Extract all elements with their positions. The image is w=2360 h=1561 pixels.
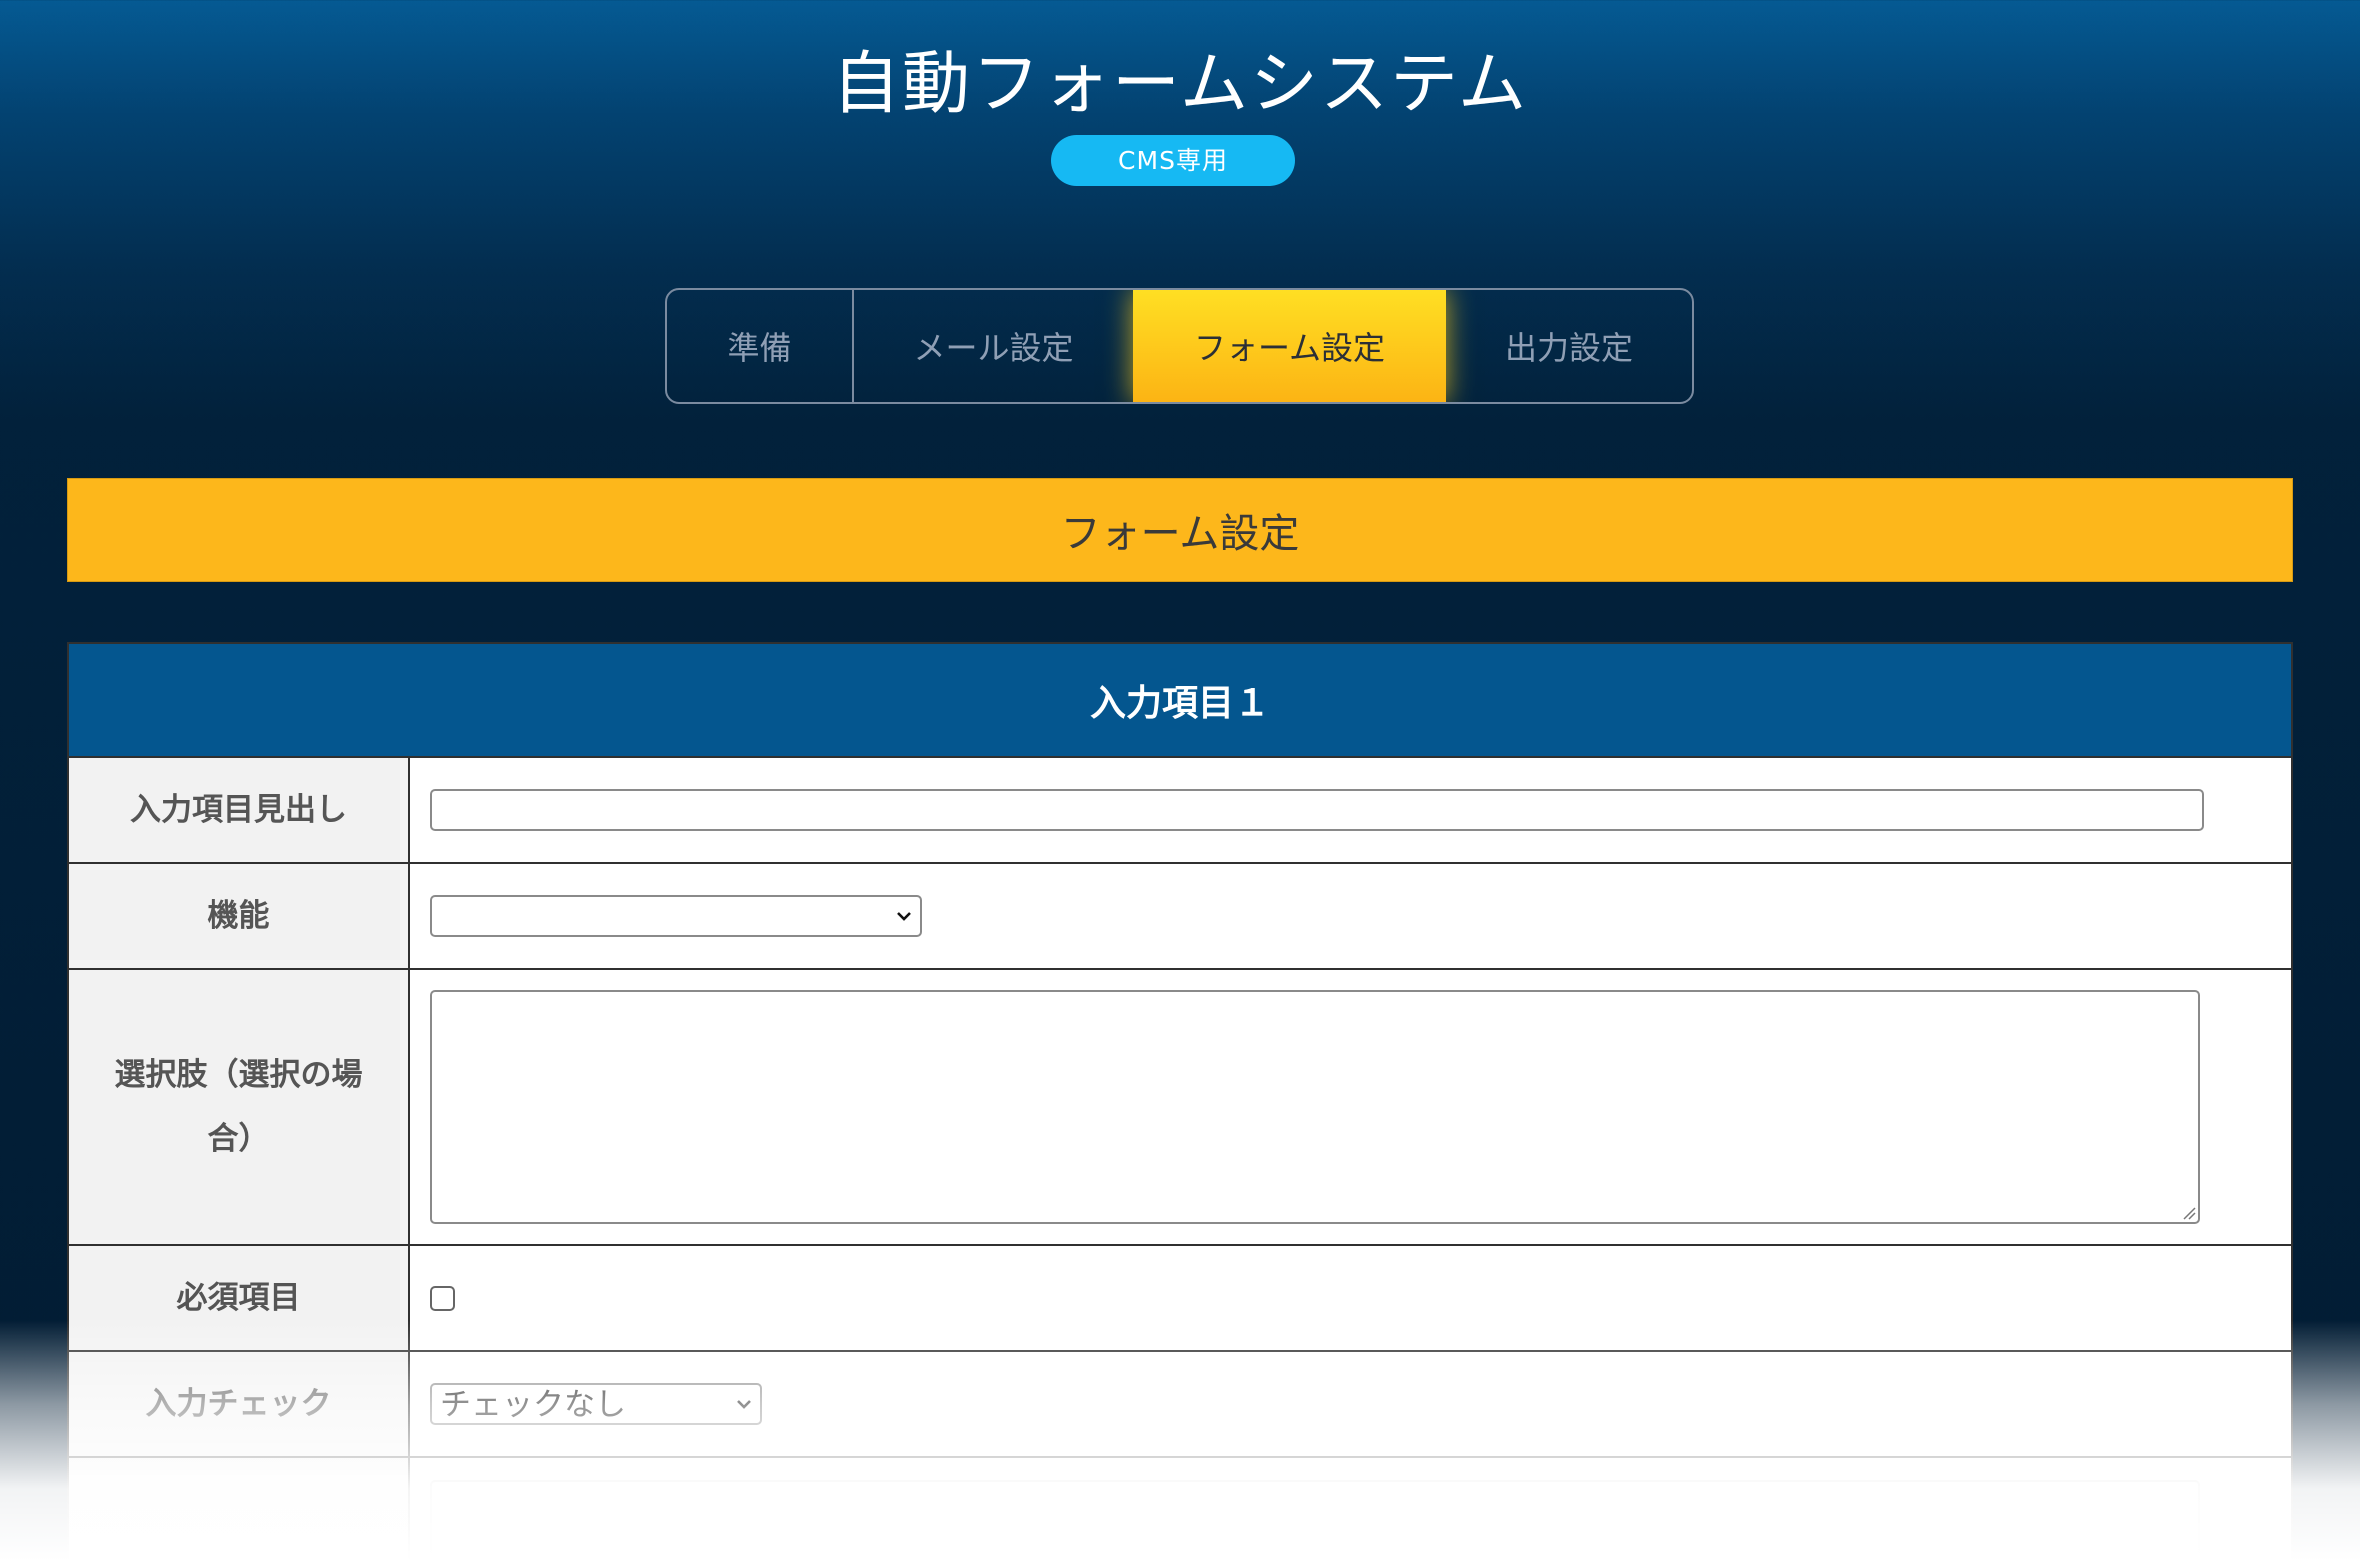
label-next-partial [69, 1458, 410, 1561]
row-heading: 入力項目見出し [69, 758, 2291, 864]
chevron-down-icon [737, 1400, 751, 1409]
label-function: 機能 [69, 864, 410, 968]
field-function [410, 864, 2291, 968]
label-input-check: 入力チェック [69, 1352, 410, 1456]
label-required: 必須項目 [69, 1246, 410, 1350]
section-title: フォーム設定 [67, 478, 2293, 582]
field-options [410, 970, 2291, 1244]
input-check-select[interactable]: チェックなし [430, 1383, 762, 1425]
function-select[interactable] [430, 895, 922, 937]
tab-output-settings[interactable]: 出力設定 [1446, 290, 1692, 402]
options-textarea[interactable] [430, 990, 2200, 1224]
page-title: 自動フォームシステム [832, 45, 1528, 124]
row-function: 機能 [69, 864, 2291, 970]
row-required: 必須項目 [69, 1246, 2291, 1352]
tab-preparation[interactable]: 準備 [667, 290, 854, 402]
section-title-text: フォーム設定 [1060, 511, 1300, 557]
card-title: 入力項目１ [69, 644, 2291, 758]
row-options: 選択肢（選択の場 合） [69, 970, 2291, 1246]
field-heading [410, 758, 2291, 862]
row-input-check: 入力チェック チェックなし [69, 1352, 2291, 1458]
field-input-check: チェックなし [410, 1352, 2291, 1456]
label-options: 選択肢（選択の場 合） [69, 970, 410, 1244]
label-options-line1: 選択肢（選択の場 [114, 1057, 363, 1093]
field-required [410, 1246, 2291, 1350]
required-checkbox[interactable] [430, 1285, 455, 1311]
row-next-partial [69, 1458, 2291, 1561]
tab-mail-settings[interactable]: メール設定 [854, 290, 1133, 402]
heading-input[interactable] [430, 789, 2204, 831]
next-textarea[interactable] [430, 1480, 2200, 1561]
chevron-down-icon [897, 912, 911, 921]
tab-form-settings[interactable]: フォーム設定 [1133, 290, 1446, 402]
cms-badge: CMS専用 [1051, 135, 1295, 186]
label-heading: 入力項目見出し [69, 758, 410, 862]
input-check-select-value: チェックなし [440, 1387, 626, 1423]
field-next-partial [410, 1458, 2291, 1561]
input-item-card: 入力項目１ 入力項目見出し 機能 選択肢（選択の場 合） 必須項目 入力チェック… [67, 642, 2293, 1561]
label-options-line2: 合） [207, 1121, 270, 1157]
step-tabs: 準備 メール設定 フォーム設定 出力設定 [665, 288, 1694, 404]
resize-handle-icon[interactable] [2180, 1204, 2196, 1220]
